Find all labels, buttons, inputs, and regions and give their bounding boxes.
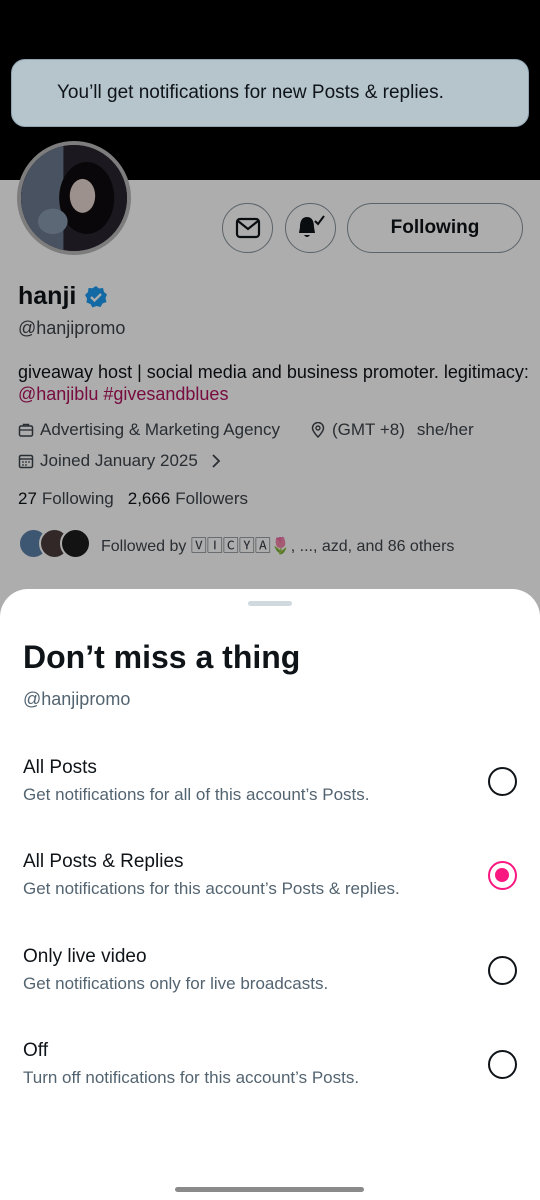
radio-all-posts[interactable] [488,767,517,796]
option-all-posts[interactable]: All Posts Get notifications for all of t… [0,757,540,837]
sheet-drag-handle[interactable] [248,601,292,606]
option-label: Only live video [23,946,147,967]
avatar-image [21,145,127,251]
following-count: 27 [18,489,37,508]
radio-only-live-video[interactable] [488,956,517,985]
mail-icon [235,217,260,239]
profile-pronouns: she/her [416,420,474,439]
following-label: Following [41,489,114,508]
bio-mention-link[interactable]: @hanjiblu [18,384,98,404]
option-label: All Posts & Replies [23,851,184,872]
option-description: Get notifications only for live broadcas… [23,974,329,993]
option-label: Off [23,1040,48,1061]
profile-joined: Joined January 2025 [40,451,198,470]
briefcase-icon [18,423,34,437]
bio-hashtag-link[interactable]: #givesandblues [103,384,228,404]
option-description: Get notifications for this account’s Pos… [23,879,400,898]
sheet-handle: @hanjipromo [23,689,131,709]
follow-counts: 27 Following 2,666 Followers [18,489,248,509]
option-description: Get notifications for all of this accoun… [23,785,370,804]
followers-label: Followers [175,489,249,508]
following-button[interactable]: Following [347,203,523,253]
bio-text: giveaway host | social media and busines… [18,362,529,382]
followers-count: 2,666 [127,489,171,508]
profile-meta-row-1: Advertising & Marketing Agency (GMT +8) … [18,420,474,440]
profile-handle: @hanjipromo [18,318,126,338]
profile-category[interactable]: Advertising & Marketing Agency [40,420,280,440]
notification-settings-sheet: Don’t miss a thing @hanjipromo All Posts… [0,589,540,1200]
profile-name-text: hanji [18,282,77,310]
verified-badge-icon [85,285,108,307]
avatar [60,528,91,559]
notification-toast: You’ll get notifications for new Posts &… [11,59,529,127]
profile-location: (GMT +8) [332,420,405,439]
home-indicator[interactable] [175,1187,364,1192]
chevron-right-icon[interactable] [208,453,224,469]
profile-name: hanji [18,282,108,311]
followed-by-text: Followed by 🅅🄸🄲🅈🄰🌷, ..., azd, and 86 oth… [101,537,455,555]
following-count-link[interactable]: 27 Following [18,489,114,509]
message-button[interactable] [222,203,273,253]
option-label: All Posts [23,757,97,778]
option-off[interactable]: Off Turn off notifications for this acco… [0,1040,540,1120]
followed-by-row[interactable]: Followed by 🅅🄸🄲🅈🄰🌷, ..., azd, and 86 oth… [18,528,454,559]
followers-count-link[interactable]: 2,666 Followers [128,489,248,509]
radio-off[interactable] [488,1050,517,1079]
calendar-icon [18,454,34,469]
radio-all-posts-replies[interactable] [488,861,517,890]
profile-avatar[interactable] [17,141,131,255]
option-all-posts-replies[interactable]: All Posts & Replies Get notifications fo… [0,851,540,931]
sheet-title: Don’t miss a thing [23,639,301,675]
option-description: Turn off notifications for this account’… [23,1068,360,1087]
location-pin-icon [311,422,325,438]
bell-check-icon [298,215,325,237]
notifications-bell-button[interactable] [285,203,336,253]
option-only-live-video[interactable]: Only live video Get notifications only f… [0,946,540,1026]
profile-meta-row-2: Joined January 2025 [18,451,224,471]
profile-bio: giveaway host | social media and busines… [18,361,530,405]
